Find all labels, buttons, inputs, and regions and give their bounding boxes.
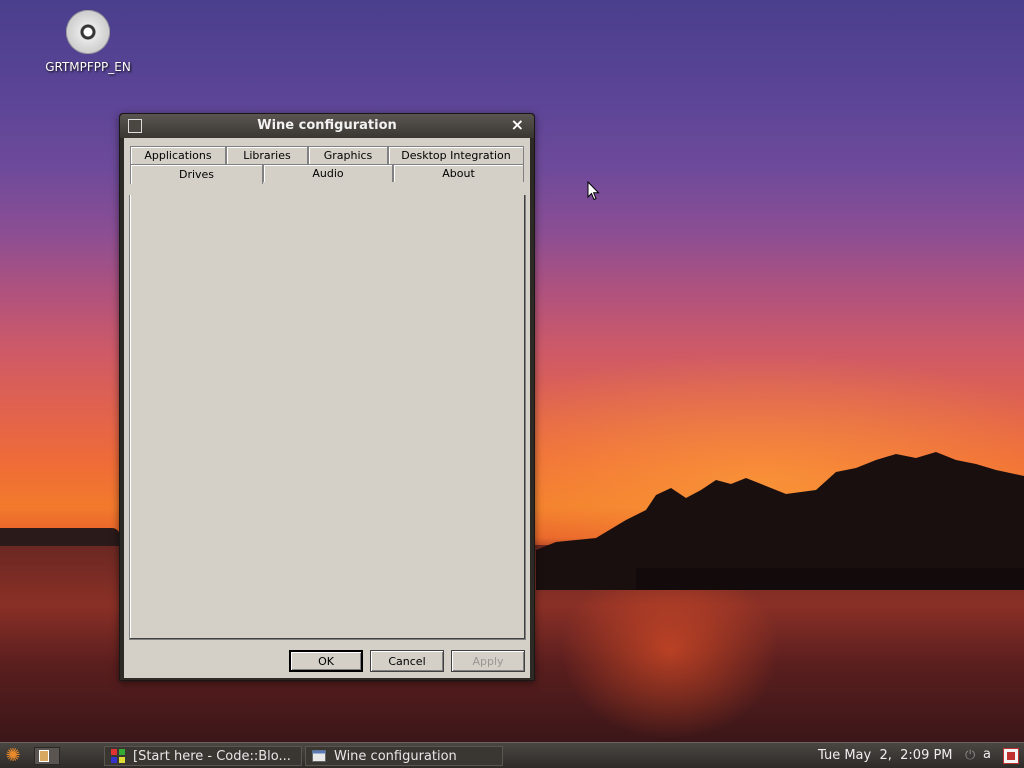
tab-graphics[interactable]: Graphics xyxy=(308,146,388,164)
ok-button[interactable]: OK xyxy=(289,650,363,672)
taskbar: ✺ [Start here - Code::Blo... Wine config… xyxy=(0,742,1024,768)
tab-row-1: Applications Libraries Graphics Desktop … xyxy=(130,146,524,164)
tab-applications[interactable]: Applications xyxy=(130,146,226,164)
logout-icon[interactable] xyxy=(1003,748,1019,764)
clock[interactable]: Tue May 2, 2:09 PM xyxy=(818,748,953,763)
task-label: [Start here - Code::Blo... xyxy=(133,748,291,764)
window-titlebar[interactable]: Wine configuration × xyxy=(120,114,534,138)
task-wine-config[interactable]: Wine configuration xyxy=(305,746,503,766)
tab-drives[interactable]: Drives xyxy=(130,164,263,184)
tab-desktop-integration[interactable]: Desktop Integration xyxy=(388,146,524,164)
desktop-icon-cd[interactable]: GRTMPFPP_EN xyxy=(36,10,140,74)
tab-row-2: Drives Audio About xyxy=(130,164,524,184)
wallpaper-far-shore xyxy=(0,528,120,546)
power-icon[interactable]: ⏻ xyxy=(965,748,975,763)
wallpaper-island-silhouette xyxy=(536,452,1024,590)
main-menu-icon[interactable]: ✺ xyxy=(2,746,24,766)
mouse-pointer-icon xyxy=(587,181,600,201)
dialog-client-area: Applications Libraries Graphics Desktop … xyxy=(124,138,530,678)
show-desktop-icon xyxy=(39,750,49,762)
cancel-button[interactable]: Cancel xyxy=(370,650,444,672)
task-codeblocks[interactable]: [Start here - Code::Blo... xyxy=(104,746,302,766)
close-icon[interactable]: × xyxy=(511,116,524,134)
window-icon xyxy=(312,750,326,762)
tab-audio[interactable]: Audio xyxy=(263,164,393,182)
cd-disc-icon xyxy=(66,10,110,54)
tab-about[interactable]: About xyxy=(393,164,524,182)
apply-button[interactable]: Apply xyxy=(451,650,525,672)
tab-libraries[interactable]: Libraries xyxy=(226,146,308,164)
desktop-icon-label: GRTMPFPP_EN xyxy=(45,60,131,74)
window-title: Wine configuration xyxy=(257,118,397,133)
wine-config-window: Wine configuration × Applications Librar… xyxy=(119,113,535,681)
user-indicator[interactable]: a xyxy=(983,747,991,762)
task-label: Wine configuration xyxy=(334,748,457,764)
drives-panel xyxy=(129,195,526,640)
show-desktop-button[interactable] xyxy=(34,747,60,765)
codeblocks-icon xyxy=(111,749,125,763)
